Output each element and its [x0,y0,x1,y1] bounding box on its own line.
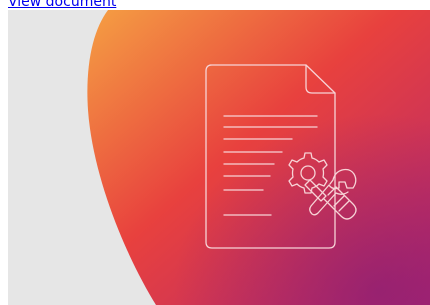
view-document-link[interactable]: View document [8,0,116,10]
document-thumbnail[interactable] [8,10,430,305]
document-illustration [8,10,430,305]
